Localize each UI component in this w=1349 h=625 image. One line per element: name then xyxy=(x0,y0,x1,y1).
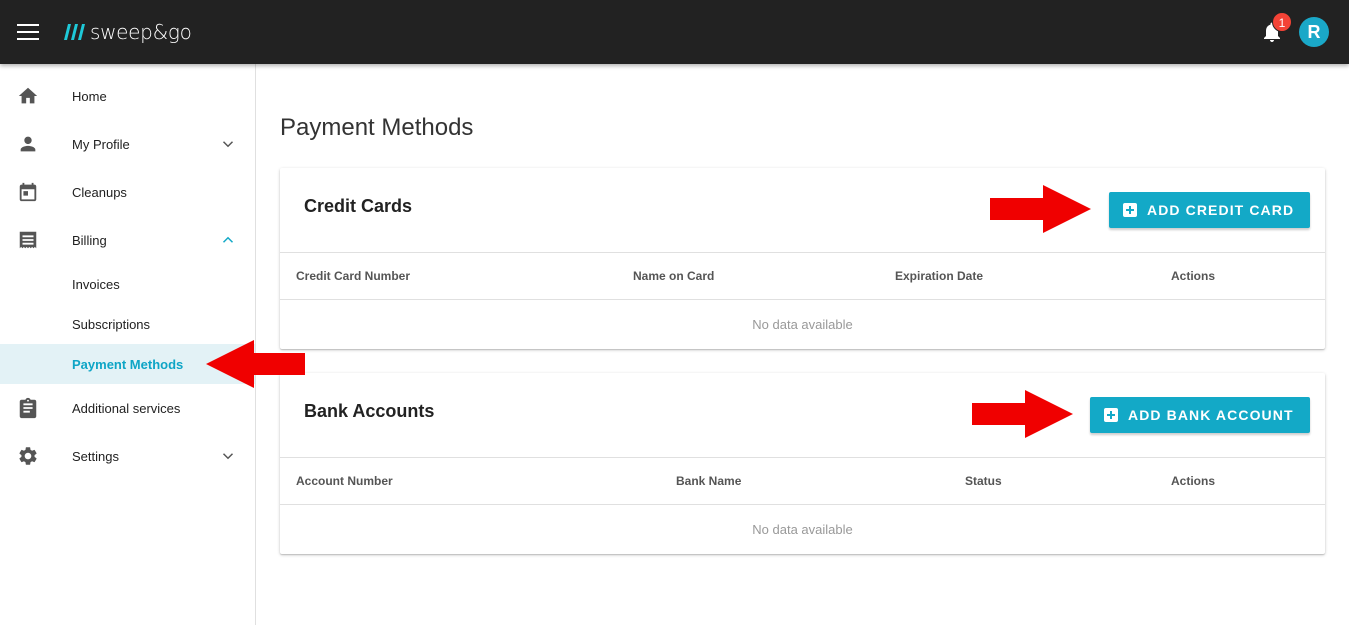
sidebar-item-my-profile[interactable]: My Profile xyxy=(0,120,255,168)
sidebar-subitem-invoices[interactable]: Invoices xyxy=(0,264,255,304)
annotation-arrow-right xyxy=(990,185,1091,233)
sidebar-item-label: Additional services xyxy=(72,400,181,416)
chevron-up-icon[interactable] xyxy=(219,231,237,249)
table-header: Credit Card Number Name on Card Expirati… xyxy=(280,252,1325,300)
button-label: ADD BANK ACCOUNT xyxy=(1128,407,1294,423)
person-icon xyxy=(20,136,36,152)
logo-text: sweep&go xyxy=(90,20,192,44)
avatar[interactable]: R xyxy=(1299,17,1329,47)
sidebar-item-cleanups[interactable]: Cleanups xyxy=(0,168,255,216)
annotation-arrow-right xyxy=(972,390,1073,438)
add-credit-card-button[interactable]: ADD CREDIT CARD xyxy=(1109,192,1311,228)
receipt-icon xyxy=(19,231,37,249)
chevron-down-icon[interactable] xyxy=(219,135,237,153)
button-label: ADD CREDIT CARD xyxy=(1147,202,1295,218)
column-header[interactable]: Status xyxy=(965,474,1002,488)
sidebar-subitem-subscriptions[interactable]: Subscriptions xyxy=(0,304,255,344)
sidebar-item-home[interactable]: Home xyxy=(0,72,255,120)
annotation-arrow-left xyxy=(206,340,305,388)
home-icon xyxy=(18,87,38,104)
clipboard-icon xyxy=(19,397,37,419)
sidebar-item-label: Cleanups xyxy=(72,184,127,200)
add-box-icon xyxy=(1123,203,1137,217)
table-header: Account Number Bank Name Status Actions xyxy=(280,457,1325,505)
column-header[interactable]: Account Number xyxy=(296,474,393,488)
sidebar-item-label: My Profile xyxy=(72,136,130,152)
column-header[interactable]: Actions xyxy=(1171,474,1215,488)
column-header[interactable]: Name on Card xyxy=(633,269,714,283)
menu-icon[interactable] xyxy=(17,24,39,40)
add-box-icon xyxy=(1104,408,1118,422)
sidebar-item-label: Settings xyxy=(72,448,119,464)
sidebar-item-label: Home xyxy=(72,88,107,104)
sidebar-item-settings[interactable]: Settings xyxy=(0,432,255,480)
empty-state-text: No data available xyxy=(752,522,853,537)
bank-accounts-card: Bank Accounts ADD BANK ACCOUNT Account N… xyxy=(280,373,1325,554)
calendar-icon xyxy=(19,182,37,202)
sidebar-subitem-label: Invoices xyxy=(72,276,120,292)
sidebar-item-billing[interactable]: Billing xyxy=(0,216,255,264)
empty-state-text: No data available xyxy=(752,317,853,332)
column-header[interactable]: Expiration Date xyxy=(895,269,983,283)
chevron-down-icon[interactable] xyxy=(219,447,237,465)
top-app-bar: sweep&go 1 R xyxy=(0,0,1349,64)
card-title: Bank Accounts xyxy=(304,401,435,421)
gear-icon xyxy=(19,447,37,465)
logo-mark-icon xyxy=(64,24,85,40)
sidebar-subitem-label: Payment Methods xyxy=(72,356,184,372)
card-title: Credit Cards xyxy=(304,196,413,216)
column-header[interactable]: Bank Name xyxy=(676,474,741,488)
logo[interactable]: sweep&go xyxy=(62,19,192,45)
add-bank-account-button[interactable]: ADD BANK ACCOUNT xyxy=(1090,397,1310,433)
page-title: Payment Methods xyxy=(280,114,474,141)
column-header[interactable]: Credit Card Number xyxy=(296,269,410,283)
sidebar-item-additional-services[interactable]: Additional services xyxy=(0,384,255,432)
notification-badge: 1 xyxy=(1272,12,1292,32)
credit-cards-card: Credit Cards ADD CREDIT CARD Credit Card… xyxy=(280,168,1325,349)
sidebar-item-label: Billing xyxy=(72,232,107,248)
sidebar-subitem-label: Subscriptions xyxy=(72,316,151,332)
column-header[interactable]: Actions xyxy=(1171,269,1215,283)
